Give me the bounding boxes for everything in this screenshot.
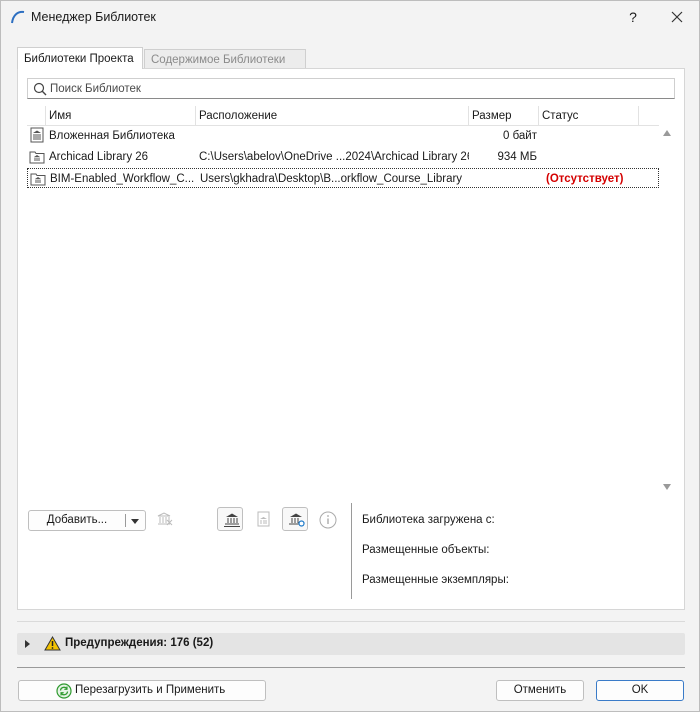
search-icon <box>33 82 47 96</box>
row-location: C:\Users\abelov\OneDrive ...2024\Archica… <box>199 151 469 163</box>
table-header: Имя Расположение Размер Статус <box>27 106 659 126</box>
add-library-label: Добавить... <box>46 514 108 526</box>
reload-and-apply-label: Перезагрузить и Применить <box>75 684 226 696</box>
table-row-selected[interactable]: BIM-Enabled_Workflow_C... Users\gkhadra\… <box>27 168 659 188</box>
scroll-up-arrow-icon[interactable] <box>663 130 671 136</box>
folder-library-icon <box>29 147 45 167</box>
info-button[interactable] <box>314 507 340 531</box>
close-icon <box>671 11 683 23</box>
search-box[interactable] <box>27 78 675 99</box>
tab-project-libraries[interactable]: Библиотеки Проекта <box>17 47 143 69</box>
close-button[interactable] <box>665 6 689 28</box>
row-status-missing: (Отсутствует) <box>546 173 624 185</box>
title-bar: Менеджер Библиотек ? <box>1 1 699 35</box>
row-location: Users\gkhadra\Desktop\B...orkflow_Course… <box>200 173 463 185</box>
column-header-name[interactable]: Имя <box>46 106 196 126</box>
panel-divider <box>351 503 352 599</box>
row-status <box>545 126 645 146</box>
library-gear-icon <box>289 513 305 527</box>
remove-library-button[interactable] <box>151 507 177 531</box>
loaded-from-label: Библиотека загружена с: <box>362 514 495 526</box>
libraries-table: Имя Расположение Размер Статус Вложенная… <box>27 106 659 494</box>
row-size: 934 МБ <box>497 151 537 163</box>
embedded-library-button[interactable] <box>217 507 243 531</box>
cancel-button[interactable]: Отменить <box>496 680 584 701</box>
row-name: Вложенная Библиотека <box>49 130 175 142</box>
warnings-bar[interactable]: Предупреждения: 176 (52) <box>17 633 685 655</box>
row-size <box>470 169 538 189</box>
library-stack-icon <box>224 513 240 527</box>
placed-objects-label: Размещенные объекты: <box>362 544 490 556</box>
ok-button[interactable]: OK <box>596 680 684 701</box>
remove-library-icon <box>157 512 173 526</box>
divider <box>17 621 685 622</box>
window-title: Менеджер Библиотек <box>31 10 156 24</box>
table-row[interactable]: Вложенная Библиотека 0 байт <box>27 126 659 146</box>
export-library-button[interactable] <box>250 507 276 531</box>
column-header-icon <box>27 106 46 126</box>
reload-and-apply-button[interactable]: Перезагрузить и Применить <box>18 680 266 701</box>
add-library-button[interactable]: Добавить... <box>28 510 146 531</box>
table-row[interactable]: Archicad Library 26 C:\Users\abelov\OneD… <box>27 147 659 167</box>
info-icon <box>319 511 337 529</box>
placed-instances-label: Размещенные экземпляры: <box>362 574 509 586</box>
row-location <box>199 126 469 146</box>
search-input[interactable] <box>50 81 650 97</box>
row-name: BIM-Enabled_Workflow_C... <box>50 173 195 185</box>
chevron-right-icon[interactable] <box>25 640 30 648</box>
row-name: Archicad Library 26 <box>49 151 149 163</box>
reload-icon <box>56 683 72 699</box>
library-manager-window: Менеджер Библиотек ? Библиотеки Проекта … <box>0 0 700 712</box>
warnings-label: Предупреждения: 176 (52) <box>65 637 214 649</box>
project-libraries-panel: Имя Расположение Размер Статус Вложенная… <box>17 68 685 610</box>
archicad-arc-icon <box>11 10 25 24</box>
column-header-size[interactable]: Размер <box>469 106 539 126</box>
warning-icon <box>44 636 61 651</box>
tab-library-contents[interactable]: Содержимое Библиотеки <box>144 49 306 69</box>
chevron-down-icon[interactable] <box>131 519 139 524</box>
help-button[interactable]: ? <box>621 6 645 28</box>
divider <box>17 667 685 668</box>
library-settings-button[interactable] <box>282 507 308 531</box>
export-library-icon <box>257 511 270 527</box>
column-header-location[interactable]: Расположение <box>196 106 469 126</box>
row-size: 0 байт <box>502 130 537 142</box>
folder-library-icon <box>30 169 46 189</box>
column-header-status[interactable]: Статус <box>539 106 639 126</box>
row-status <box>545 147 645 167</box>
add-dropdown-separator <box>125 514 126 527</box>
embedded-library-icon <box>29 126 45 146</box>
scroll-down-arrow-icon[interactable] <box>663 484 671 490</box>
table-scrollbar[interactable] <box>659 126 675 494</box>
